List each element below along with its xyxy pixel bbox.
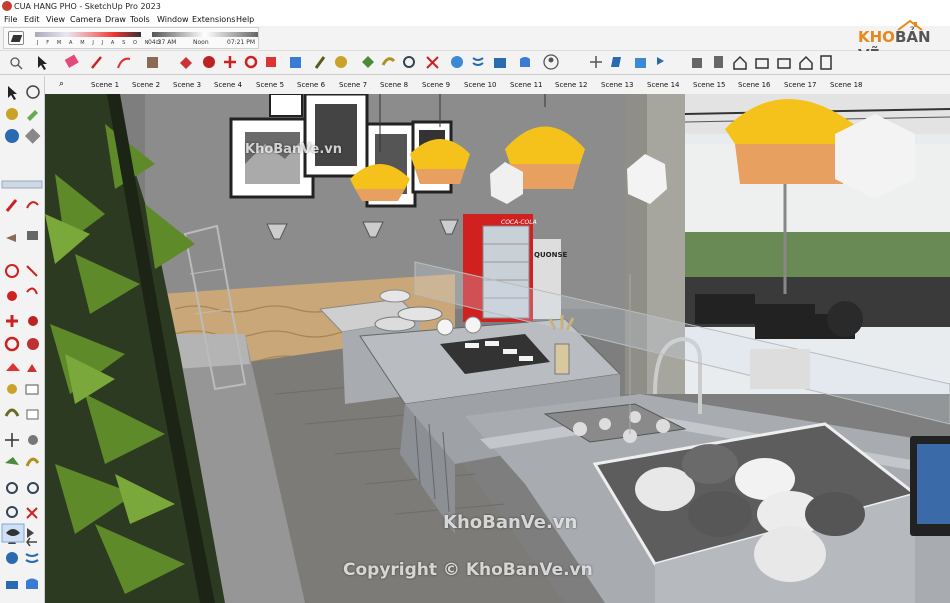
watermark-bottom: Copyright © KhoBanVe.vn [343, 560, 593, 580]
poster-label: QUONSE [534, 251, 567, 259]
tab-scene-2[interactable]: Scene 2 [132, 81, 160, 89]
time-slider[interactable] [152, 32, 258, 37]
tab-scene-18[interactable]: Scene 18 [830, 81, 862, 89]
shadow-toggle-icon[interactable] [8, 31, 24, 45]
tab-scene-4[interactable]: Scene 4 [214, 81, 242, 89]
eraser-icon[interactable] [24, 106, 42, 124]
menu-file[interactable]: File [4, 13, 17, 26]
look-around-icon[interactable] [3, 524, 25, 542]
scene-tabs-bar: ⌕ Scene 1 Scene 2 Scene 3 Scene 4 Scene … [45, 76, 950, 94]
menu-view[interactable]: View [46, 13, 65, 26]
menu-window[interactable]: Window [157, 13, 189, 26]
window-title: CUA HANG PHO - SketchUp Pro 2023 [14, 2, 161, 11]
time-end-label: 07:21 PM [227, 39, 255, 46]
tab-scene-9[interactable]: Scene 9 [422, 81, 450, 89]
tab-scene-3[interactable]: Scene 3 [173, 81, 201, 89]
menu-extensions[interactable]: Extensions [192, 13, 235, 26]
watermark-center: KhoBanVe.vn [443, 512, 578, 533]
fridge-brand-label: COCA-COLA [501, 219, 537, 226]
select-tool-icon[interactable] [3, 84, 21, 102]
sketchup-app-icon [2, 1, 12, 11]
tab-scene-17[interactable]: Scene 17 [784, 81, 816, 89]
tab-scene-14[interactable]: Scene 14 [647, 81, 679, 89]
tab-scene-6[interactable]: Scene 6 [297, 81, 325, 89]
tab-scene-12[interactable]: Scene 12 [555, 81, 587, 89]
time-start-label: 04:37 AM [148, 39, 177, 46]
left-tool-palette [0, 76, 45, 603]
menu-bar: File Edit View Camera Draw Tools Window … [0, 13, 950, 26]
title-bar: CUA HANG PHO - SketchUp Pro 2023 [0, 0, 950, 13]
tab-scene-7[interactable]: Scene 7 [339, 81, 367, 89]
menu-camera[interactable]: Camera [70, 13, 101, 26]
orbit-tool-icon[interactable] [24, 84, 42, 102]
menu-edit[interactable]: Edit [24, 13, 40, 26]
tab-scene-8[interactable]: Scene 8 [380, 81, 408, 89]
time-noon-label: Noon [193, 39, 209, 46]
tab-scene-15[interactable]: Scene 15 [693, 81, 725, 89]
main-toolbar [0, 51, 950, 75]
tab-scene-1[interactable]: Scene 1 [91, 81, 119, 89]
shadow-settings-panel: J F M A M J J A S O N D 04:37 AM Noon 07… [3, 27, 259, 49]
khobanve-logo: KHOBẢN VẼ [854, 18, 940, 64]
paint-bucket-icon[interactable] [3, 106, 21, 124]
watermark-top: KhoBanVe.vn [245, 142, 343, 157]
scene-search-icon[interactable]: ⌕ [59, 79, 64, 89]
tab-scene-10[interactable]: Scene 10 [464, 81, 496, 89]
menu-tools[interactable]: Tools [130, 13, 150, 26]
date-slider[interactable] [35, 32, 141, 37]
month-labels: J F M A M J J A S O N D [37, 40, 164, 46]
tab-scene-16[interactable]: Scene 16 [738, 81, 770, 89]
tab-scene-13[interactable]: Scene 13 [601, 81, 633, 89]
menu-draw[interactable]: Draw [105, 13, 126, 26]
3d-viewport[interactable]: COCA-COLA QUONSE KhoBanVe.vn KhoBanVe.vn… [45, 94, 950, 603]
tab-scene-11[interactable]: Scene 11 [510, 81, 542, 89]
menu-help[interactable]: Help [236, 13, 254, 26]
tab-scene-5[interactable]: Scene 5 [256, 81, 284, 89]
line-tool-icon[interactable] [3, 196, 21, 214]
